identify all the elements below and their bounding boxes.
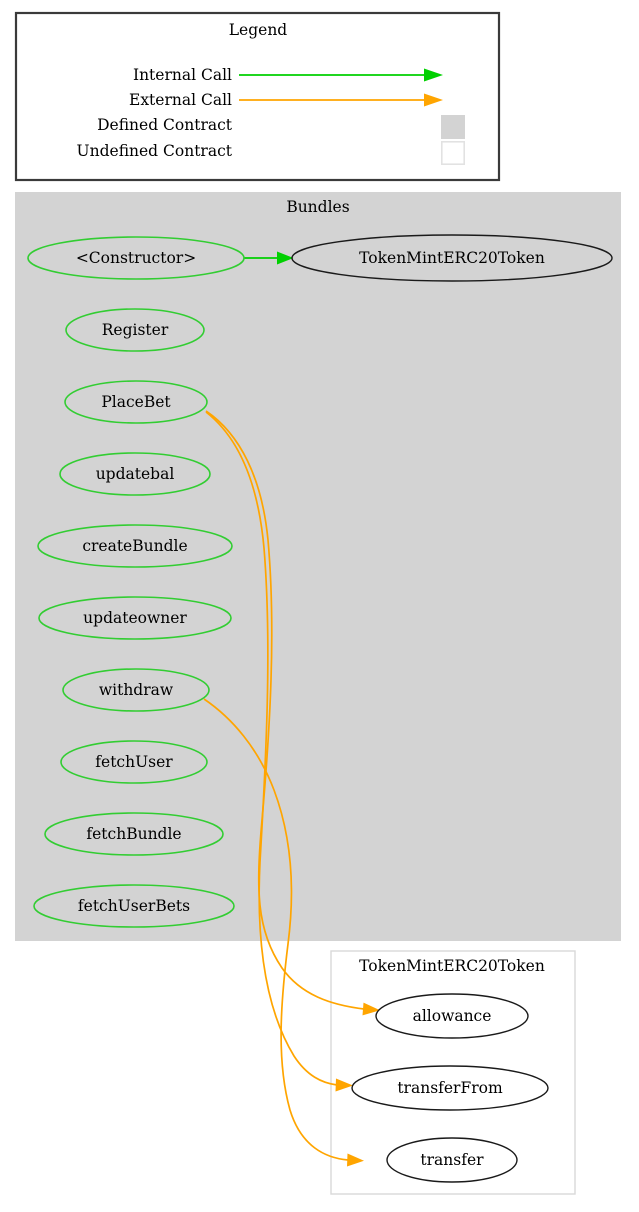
node-fetchuser-label: fetchUser [95, 753, 173, 771]
legend-panel: Legend Internal Call External Call Defin… [14, 11, 501, 182]
cluster-bundles-title: Bundles [286, 198, 349, 216]
legend-title: Legend [229, 21, 288, 39]
node-allowance-label: allowance [413, 1007, 492, 1025]
node-transfer-label: transfer [420, 1151, 484, 1169]
node-updatebal-label: updatebal [96, 465, 175, 483]
node-withdraw-label: withdraw [99, 681, 174, 699]
legend-label-internal-call: Internal Call [133, 66, 232, 84]
call-graph-diagram: Legend Internal Call External Call Defin… [0, 0, 639, 1212]
legend-swatch-undefined-contract [440, 141, 465, 166]
legend-swatch-defined-contract [441, 115, 465, 139]
node-transferfrom-label: transferFrom [397, 1079, 503, 1097]
node-fetchuserbets-label: fetchUserBets [78, 897, 190, 915]
diagram-canvas: Legend Internal Call External Call Defin… [14, 11, 621, 1195]
cluster-tokenmint-title: TokenMintERC20Token [359, 957, 545, 975]
node-tokenmintERC20Token-label: TokenMintERC20Token [359, 249, 545, 267]
legend-label-undefined-contract: Undefined Contract [77, 142, 233, 160]
node-register-label: Register [102, 321, 169, 339]
node-createbundle-label: createBundle [82, 537, 187, 555]
node-constructor-label: <Constructor> [76, 249, 196, 267]
legend-label-defined-contract: Defined Contract [97, 116, 233, 134]
node-placebet-label: PlaceBet [101, 393, 171, 411]
node-fetchbundle-label: fetchBundle [86, 825, 181, 843]
node-updateowner-label: updateowner [83, 609, 187, 627]
legend-label-external-call: External Call [129, 91, 232, 109]
